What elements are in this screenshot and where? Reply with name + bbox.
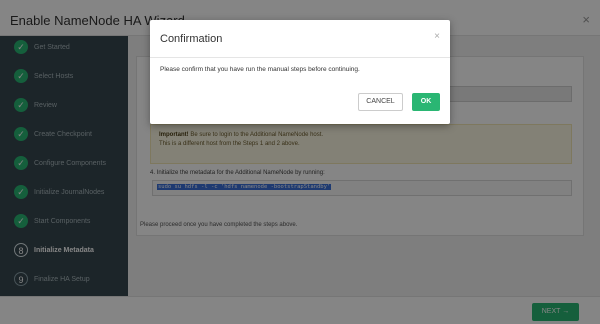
modal-body: Please confirm that you have run the man… [160,66,360,73]
confirmation-modal: Confirmation × Please confirm that you h… [150,20,450,124]
modal-header: Confirmation × [150,20,450,58]
modal-title: Confirmation [160,33,223,45]
ok-button[interactable]: OK [412,93,440,111]
modal-footer: CANCEL OK [150,82,450,124]
close-icon[interactable]: × [434,31,440,42]
cancel-button[interactable]: CANCEL [358,93,403,111]
